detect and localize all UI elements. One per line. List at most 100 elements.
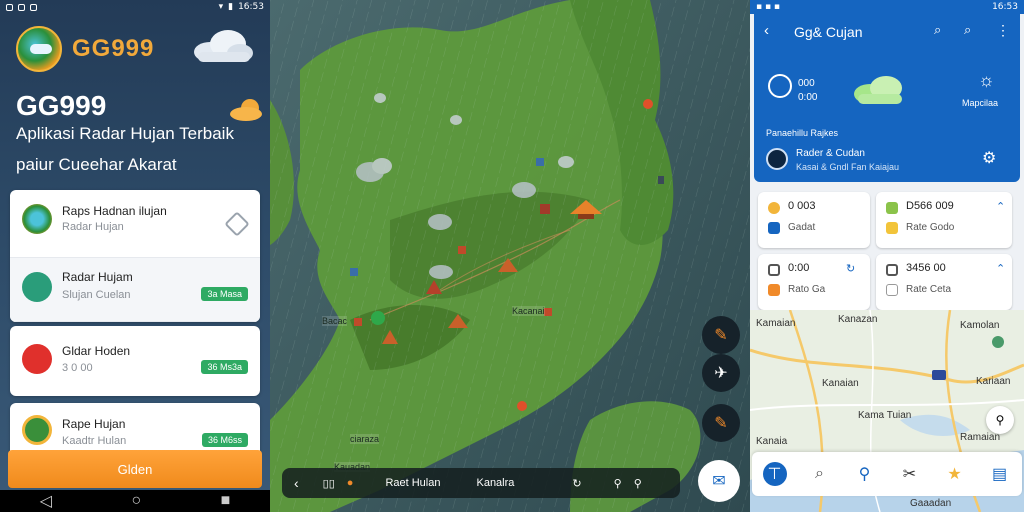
app-logo-icon	[16, 26, 62, 72]
list-item-subtitle: Kaadtr Hulan	[62, 435, 127, 447]
badge-icon	[768, 284, 780, 296]
nav-star-icon[interactable]: ★	[943, 462, 967, 486]
back-icon[interactable]: ◁	[40, 491, 52, 511]
card-subtitle: Rate Godo	[906, 222, 955, 233]
map-place-label: Kanaian	[822, 378, 859, 389]
cta-button[interactable]: Glden	[8, 450, 262, 488]
map-place-label: Kanazan	[838, 314, 878, 325]
list-item-subtitle: Slujan Cuelan	[62, 289, 131, 301]
section-label: Panaehillu Rajkes	[766, 128, 839, 138]
search-icon[interactable]: ⌕	[934, 22, 941, 38]
info-card[interactable]: 0 003 Gadat	[758, 192, 870, 248]
nav-files-icon[interactable]: ▤	[988, 462, 1012, 486]
list-item-subtitle: 3 0 00	[62, 362, 93, 374]
sun-icon: ☼	[978, 70, 995, 90]
weather-caption: Mapcilaa	[962, 98, 999, 108]
radar-map-panel[interactable]: Bacac Kacanai ciaraza Kauadan ✎ ✈ ✎ ‹ ▯▯…	[270, 0, 750, 512]
promo-panel: ▾ ▮ 16:53 GG999 GG999 Aplikasi Radar Huj…	[0, 0, 270, 512]
info-icon	[768, 222, 780, 234]
recents-icon[interactable]: ■	[221, 492, 231, 510]
info-card[interactable]: 0:00 ↻ Rato Ga	[758, 254, 870, 310]
refresh-icon: ↻	[846, 263, 856, 275]
info-card[interactable]: D566 009 ⌃ Rate Godo	[876, 192, 1012, 248]
hero-subtitle-2: paiur Cueehar Akarat	[16, 155, 177, 174]
notification-icon	[6, 3, 13, 11]
info-card[interactable]: 3456 00 ⌃ Rate Ceta	[876, 254, 1012, 310]
hero-subtitle: Aplikasi Radar Hujan Terbaik	[16, 124, 234, 143]
app-header: ‹ Gg& Cujan ⌕ ⌕ ⋮ 000 0:00 ☼ Mapcilaa Pa…	[754, 14, 1020, 182]
map-place-label: Ramaian	[960, 432, 1001, 443]
radar-map[interactable]	[270, 0, 750, 512]
flight-layer-button[interactable]: ✈	[702, 354, 740, 392]
search-alt-icon[interactable]: ⌕	[964, 22, 971, 38]
card-subtitle: Gadat	[788, 222, 816, 233]
settings-icon[interactable]: ⚙	[982, 148, 996, 168]
status-badge: 36 Ms3a	[201, 360, 248, 374]
hero-title: GG999	[16, 90, 107, 121]
bookmark-icon	[886, 202, 898, 214]
sun-cloud-icon	[228, 96, 268, 122]
status-left-icons	[6, 3, 37, 11]
map-city-label: ciaraza	[350, 434, 380, 444]
status-bar: ▪ ▪ ▪ 16:53	[750, 0, 1024, 14]
brand-name: GG999	[72, 35, 155, 62]
status-bar: ▾ ▮ 16:53	[0, 0, 270, 14]
map-city-label: Kacanai	[512, 306, 545, 316]
nav-location-icon[interactable]: ⚲	[853, 462, 877, 486]
bottom-nav: ⊤ ⌕ ⚲ ✂ ★ ▤	[752, 452, 1022, 496]
sun-icon	[768, 202, 780, 214]
doc-icon	[886, 264, 898, 276]
status-left-icons: ▪ ▪ ▪	[756, 2, 781, 12]
list-item-title: Gldar Hoden	[62, 344, 131, 358]
map-place-label: Gaaadan	[910, 498, 952, 509]
system-nav-bar: ◁ ○ ■	[0, 490, 270, 512]
nav-search-icon[interactable]: ⌕	[808, 462, 832, 486]
wifi-icon: ▾	[218, 2, 224, 12]
edit-layer-button[interactable]: ✎	[702, 316, 740, 354]
nav-tools-icon[interactable]: ✂	[898, 462, 922, 486]
chat-button[interactable]: ✉	[698, 460, 740, 502]
weather-value-2: 0:00	[798, 92, 818, 103]
list-item-title: Raps Hadnan ilujan	[62, 204, 167, 218]
map-place-label: Kama Tuian	[858, 410, 912, 421]
location-pin-icon	[22, 344, 52, 374]
feature-list: Raps Hadnan ilujan Radar Hujan Radar Huj…	[10, 190, 260, 322]
back-icon[interactable]: ‹	[764, 22, 769, 39]
list-item-title: Radar Hujam	[62, 270, 133, 284]
list-item[interactable]: Raps Hadnan ilujan Radar Hujan	[10, 190, 260, 258]
card-title: 3456 00	[906, 262, 946, 274]
pin-icon[interactable]: ●	[347, 477, 354, 489]
chart-icon	[768, 264, 780, 276]
map-place-label: Kamaian	[756, 318, 796, 329]
feature-card[interactable]: Gldar Hoden 3 0 00 36 Ms3a	[10, 326, 260, 396]
card-title: 0 003	[788, 200, 816, 212]
radar-app-icon	[22, 204, 52, 234]
status-badge: 3a Masa	[201, 287, 248, 301]
note-icon	[886, 284, 898, 296]
cloud-icon	[850, 74, 908, 106]
progress-ring-icon	[768, 74, 792, 98]
location-icon[interactable]: ⚲	[614, 477, 622, 490]
map-city-label: Bacac	[322, 316, 348, 326]
back-icon[interactable]: ‹	[294, 475, 299, 491]
location-alt-icon[interactable]: ⚲	[634, 477, 642, 490]
card-title: D566 009	[906, 200, 954, 212]
list-item[interactable]: Radar Hujam Slujan Cuelan 3a Masa	[10, 258, 260, 322]
status-time: 16:53	[992, 2, 1018, 12]
status-right-icons: ▾ ▮ 16:53	[219, 2, 264, 12]
screen: ▾ ▮ 16:53 GG999 GG999 Aplikasi Radar Huj…	[0, 0, 1024, 512]
card-subtitle: Rato Ga	[788, 284, 826, 295]
nav-home-icon[interactable]: ⊤	[762, 462, 787, 486]
more-icon[interactable]: ⋮	[996, 22, 1010, 39]
home-icon[interactable]: ○	[131, 492, 141, 510]
status-badge: 36 M6ss	[201, 433, 248, 447]
compass-button[interactable]: ⚲	[986, 406, 1014, 434]
rotate-icon[interactable]: ↻	[572, 477, 581, 490]
map-place-label: Kamolan	[960, 320, 1000, 331]
target-icon	[766, 148, 788, 170]
book-icon[interactable]: ▯▯	[323, 477, 335, 490]
map-bottom-bar: ‹ ▯▯ ● Raet Hulan Kanalra ↻ ⚲ ⚲	[282, 468, 680, 498]
app-icon	[30, 3, 37, 11]
message-icon	[18, 3, 25, 11]
draw-button[interactable]: ✎	[702, 404, 740, 442]
